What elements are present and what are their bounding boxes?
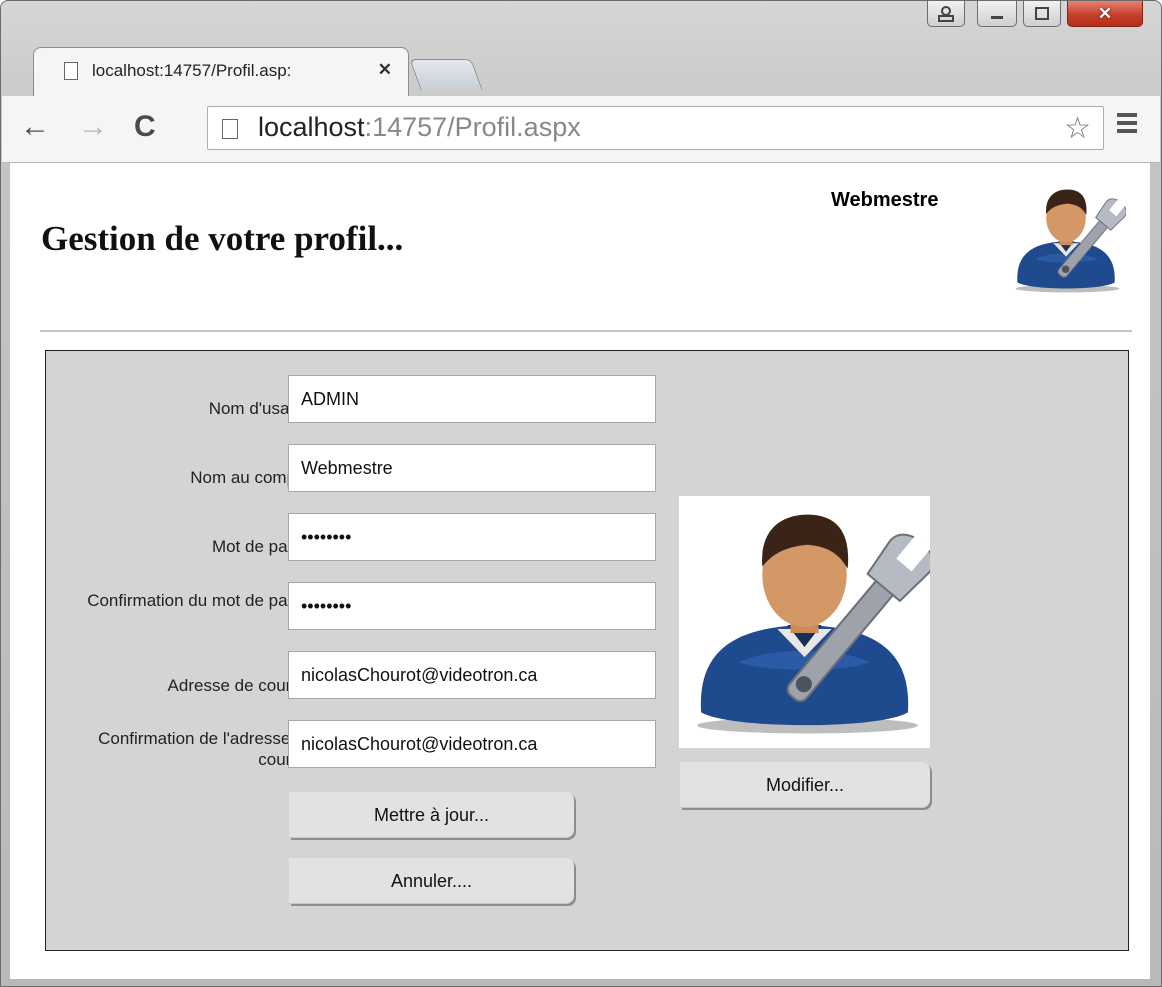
hamburger-menu-icon[interactable] (1117, 113, 1137, 137)
user-profile-button[interactable] (927, 1, 965, 27)
new-tab-button[interactable] (409, 59, 483, 90)
forward-arrow-icon[interactable]: → (78, 110, 108, 144)
user-icon (938, 5, 954, 22)
url-text[interactable]: localhost:14757/Profil.aspx (258, 112, 581, 143)
window-controls: ✕ (927, 1, 1143, 31)
minimize-icon (991, 15, 1003, 19)
password-confirm-label: Confirmation du mot de passe (87, 591, 314, 610)
page-icon (64, 62, 78, 80)
email-confirm-label: Confirmation de l'adresse de courriel (98, 729, 314, 769)
current-user-name: Webmestre (831, 189, 939, 211)
url-path: :14757/Profil.aspx (364, 112, 581, 142)
profile-form-panel: Nom d'usager Nom au complet Mot de passe… (45, 350, 1129, 951)
star-icon[interactable]: ☆ (1064, 111, 1091, 146)
url-host: localhost (258, 112, 365, 142)
password-confirm-field[interactable] (288, 582, 656, 630)
browser-toolbar: ← → C localhost:14757/Profil.aspx ☆ (2, 96, 1160, 163)
reload-icon[interactable]: C (134, 110, 156, 144)
minimize-button[interactable] (977, 1, 1017, 27)
back-arrow-icon[interactable]: ← (20, 110, 50, 144)
close-window-button[interactable]: ✕ (1067, 1, 1143, 27)
email-confirm-field[interactable] (288, 720, 656, 768)
fullname-label: Nom au complet (190, 468, 314, 487)
cancel-button[interactable]: Annuler.... (289, 858, 574, 904)
username-field[interactable] (288, 375, 656, 423)
password-label: Mot de passe (211, 537, 314, 556)
page-icon (222, 119, 238, 139)
address-bar[interactable]: localhost:14757/Profil.aspx ☆ (207, 106, 1104, 150)
modify-photo-button[interactable]: Modifier... (680, 762, 930, 808)
password-field[interactable] (288, 513, 656, 561)
header-divider (40, 330, 1132, 332)
username-label: Nom d'usager (208, 399, 314, 418)
profile-photo (679, 496, 930, 748)
page-title: Gestion de votre profil... (41, 219, 404, 258)
maximize-icon (1035, 6, 1049, 20)
fullname-field[interactable] (288, 444, 656, 492)
email-field[interactable] (288, 651, 656, 699)
webmaster-avatar-icon (1015, 189, 1126, 293)
browser-tab[interactable]: localhost:14757/Profil.asp: ✕ (33, 47, 409, 97)
update-button[interactable]: Mettre à jour... (289, 792, 574, 838)
close-icon: ✕ (1097, 3, 1113, 23)
tab-title: localhost:14757/Profil.asp: (92, 61, 292, 80)
tab-close-icon[interactable]: ✕ (378, 60, 392, 80)
page-content: Gestion de votre profil... Webmestre Nom… (10, 163, 1150, 979)
browser-window: ✕ localhost:14757/Profil.asp: ✕ ← → C lo… (0, 0, 1162, 987)
maximize-button[interactable] (1023, 1, 1061, 27)
email-label: Adresse de courriel (167, 676, 314, 695)
